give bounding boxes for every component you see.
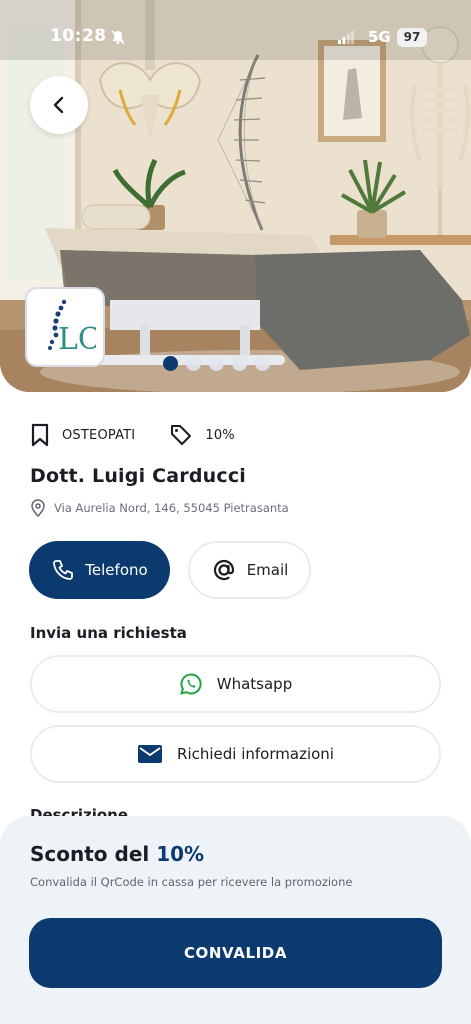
status-time: 10:28	[50, 26, 107, 46]
status-bar: 10:28 5G 97	[0, 0, 471, 52]
hero-image-carousel[interactable]: 10:28 5G 97 LC	[0, 0, 471, 392]
clinic-logo: LC	[25, 287, 105, 367]
battery-indicator: 97	[397, 28, 427, 47]
carousel-dot[interactable]	[209, 356, 224, 371]
discount-title: Sconto del 10%	[30, 842, 204, 866]
svg-text:LC: LC	[58, 322, 96, 357]
carousel-dot[interactable]	[163, 356, 178, 371]
doctor-name: Dott. Luigi Carducci	[30, 465, 246, 487]
clinic-logo-mark: LC	[48, 299, 96, 357]
validate-button[interactable]: CONVALIDA	[29, 918, 442, 988]
request-info-button[interactable]: Richiedi informazioni	[30, 725, 441, 783]
category-label: OSTEOPATI	[62, 427, 136, 443]
whatsapp-icon	[179, 673, 202, 695]
discount-label: 10%	[205, 427, 235, 443]
discount-sheet: Sconto del 10% Convalida il QrCode in ca…	[0, 816, 471, 1024]
request-section-title: Invia una richiesta	[30, 624, 187, 642]
mail-icon	[138, 745, 163, 763]
whatsapp-button[interactable]: Whatsapp	[30, 655, 441, 713]
price-tag-icon	[171, 425, 192, 445]
discount-tag: 10%	[169, 423, 235, 447]
bell-muted-icon	[111, 30, 125, 45]
carousel-dot[interactable]	[255, 356, 270, 371]
carousel-indicator	[163, 356, 270, 371]
bookmark-icon	[31, 423, 49, 447]
phone-icon	[53, 560, 74, 580]
discount-title-value: 10%	[156, 842, 205, 866]
phone-button-label: Telefono	[85, 561, 148, 579]
chevron-left-icon	[53, 96, 64, 114]
discount-title-prefix: Sconto del	[30, 842, 150, 866]
carousel-dot[interactable]	[232, 356, 247, 371]
back-button[interactable]	[30, 76, 88, 134]
meta-row: OSTEOPATI 10%	[30, 422, 269, 448]
email-button[interactable]: Email	[188, 541, 311, 599]
address-row[interactable]: Via Aurelia Nord, 146, 55045 Pietrasanta	[30, 499, 289, 517]
network-label: 5G	[368, 28, 391, 46]
carousel-dot[interactable]	[186, 356, 201, 371]
signal-icon	[338, 31, 354, 44]
email-button-label: Email	[246, 561, 289, 579]
request-info-label: Richiedi informazioni	[177, 745, 334, 763]
at-sign-icon	[213, 559, 234, 581]
discount-subtitle: Convalida il QrCode in cassa per ricever…	[30, 875, 353, 889]
location-pin-icon	[31, 499, 45, 517]
category-tag: OSTEOPATI	[30, 423, 135, 447]
phone-button[interactable]: Telefono	[29, 541, 170, 599]
whatsapp-label: Whatsapp	[216, 675, 293, 693]
address-text: Via Aurelia Nord, 146, 55045 Pietrasanta	[54, 501, 289, 515]
